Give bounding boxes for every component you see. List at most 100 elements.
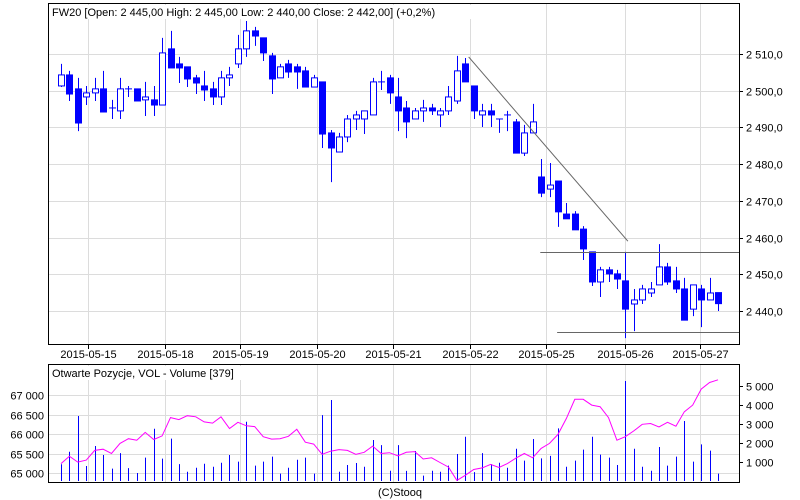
candle-up <box>445 96 452 112</box>
candle-down <box>134 88 141 102</box>
candle-up <box>547 184 554 190</box>
candle-up <box>631 299 638 305</box>
trend-line <box>468 56 629 242</box>
candle-down <box>100 88 107 113</box>
candle-up <box>243 30 250 50</box>
price-tick-label: 2 490,0 <box>746 123 783 135</box>
candle-up <box>311 77 318 88</box>
candle-down <box>606 269 613 275</box>
candle-down <box>698 288 705 301</box>
candle-up <box>648 288 655 294</box>
candle-down <box>563 213 570 220</box>
open-interest-axis: 65 000 65 500 66 000 66 500 67 000 <box>10 391 44 481</box>
candle-down <box>294 66 301 73</box>
candle-up <box>277 66 284 79</box>
candle-down <box>403 107 410 123</box>
date-tick-label: 2015-05-19 <box>212 349 268 361</box>
volume-axis: 1 000 2 000 3 000 4 000 5 000 <box>739 382 774 470</box>
candle-up <box>226 74 233 79</box>
date-tick-label: 2015-05-21 <box>365 349 421 361</box>
candle-up <box>656 266 663 286</box>
candle-up <box>336 136 343 153</box>
candle-down <box>75 88 82 124</box>
date-tick-label: 2015-05-27 <box>672 349 728 361</box>
candle-down <box>395 96 402 112</box>
oi-tick-label: 67 000 <box>10 391 44 403</box>
candle-up <box>690 284 697 310</box>
candle-up <box>83 92 90 98</box>
price-axis: 2 440,0 2 450,0 2 460,0 2 470,0 2 480,0 2 490… <box>739 50 783 319</box>
candle-down <box>184 66 191 80</box>
candle-down <box>252 30 259 37</box>
candle-down <box>429 107 436 112</box>
candle-down <box>285 63 292 73</box>
candle-down <box>580 228 587 250</box>
candle-down <box>622 280 629 310</box>
candle-up <box>353 114 360 120</box>
candle-up <box>159 52 166 106</box>
volume-tick-label: 3 000 <box>746 420 774 432</box>
candle-up <box>521 132 528 154</box>
candle-up <box>92 88 99 94</box>
volume-bars <box>61 381 719 481</box>
candle-up <box>707 292 714 301</box>
candle-up <box>361 110 368 120</box>
date-tick-label: 2015-05-20 <box>289 349 345 361</box>
price-tick-label: 2 450,0 <box>746 270 783 282</box>
candle-up <box>142 96 149 101</box>
price-grid <box>49 4 739 344</box>
candle-down <box>664 266 671 283</box>
price-tick-label: 2 460,0 <box>746 234 783 246</box>
candle-down <box>488 110 495 116</box>
candle-down <box>210 88 217 98</box>
date-axis: 2015-05-15 2015-05-18 2015-05-19 2015-05-20… <box>60 345 729 361</box>
price-tick-label: 2 440,0 <box>746 307 783 319</box>
oi-tick-label: 65 500 <box>10 450 44 462</box>
candlesticks <box>58 20 722 339</box>
price-tick-label: 2 500,0 <box>746 87 783 99</box>
candle-up <box>420 107 427 112</box>
candle-down <box>176 63 183 69</box>
candle-down <box>555 180 562 213</box>
date-tick-label: 2015-05-18 <box>137 349 193 361</box>
price-chart-title: FW20 [Open: 2 445,00 High: 2 445,00 Low:… <box>52 7 435 19</box>
date-tick-label: 2015-05-26 <box>597 349 653 361</box>
candle-down <box>471 85 478 112</box>
candle-up <box>454 70 461 102</box>
candle-up <box>597 269 604 283</box>
candle-down <box>572 213 579 231</box>
copyright-footer: (C)Stooq <box>378 487 422 499</box>
candle-up <box>639 288 646 301</box>
oi-tick-label: 66 500 <box>10 411 44 423</box>
candle-up <box>437 110 444 116</box>
candle-down <box>269 55 276 80</box>
candle-down <box>614 273 621 280</box>
candle-down <box>513 121 520 154</box>
candle-up <box>218 77 225 98</box>
candle-down <box>538 176 545 194</box>
volume-chart-title: Otwarte Pozycje, VOL - Volume [379] <box>52 368 234 380</box>
volume-tick-label: 4 000 <box>746 401 774 413</box>
price-tick-label: 2 470,0 <box>746 197 783 209</box>
open-interest-line <box>60 379 719 482</box>
candle-down <box>66 74 73 95</box>
candle-up <box>412 110 419 120</box>
oi-tick-label: 65 000 <box>10 469 44 481</box>
candle-up <box>479 110 486 116</box>
stock-chart: FW20 [Open: 2 445,00 High: 2 445,00 Low:… <box>10 3 783 499</box>
candle-down <box>673 280 680 290</box>
candle-down <box>589 251 596 283</box>
candle-down <box>201 85 208 91</box>
date-tick-label: 2015-05-15 <box>60 349 116 361</box>
volume-tick-label: 5 000 <box>746 382 774 394</box>
oi-tick-label: 66 000 <box>10 430 44 442</box>
candle-down <box>462 63 469 83</box>
candle-down <box>168 48 175 69</box>
price-tick-label: 2 480,0 <box>746 160 783 172</box>
candle-down <box>328 132 335 149</box>
date-tick-label: 2015-05-22 <box>442 349 498 361</box>
candle-down <box>302 70 309 88</box>
volume-tick-label: 2 000 <box>746 439 774 451</box>
candle-down <box>260 37 267 54</box>
candle-up <box>370 81 377 116</box>
